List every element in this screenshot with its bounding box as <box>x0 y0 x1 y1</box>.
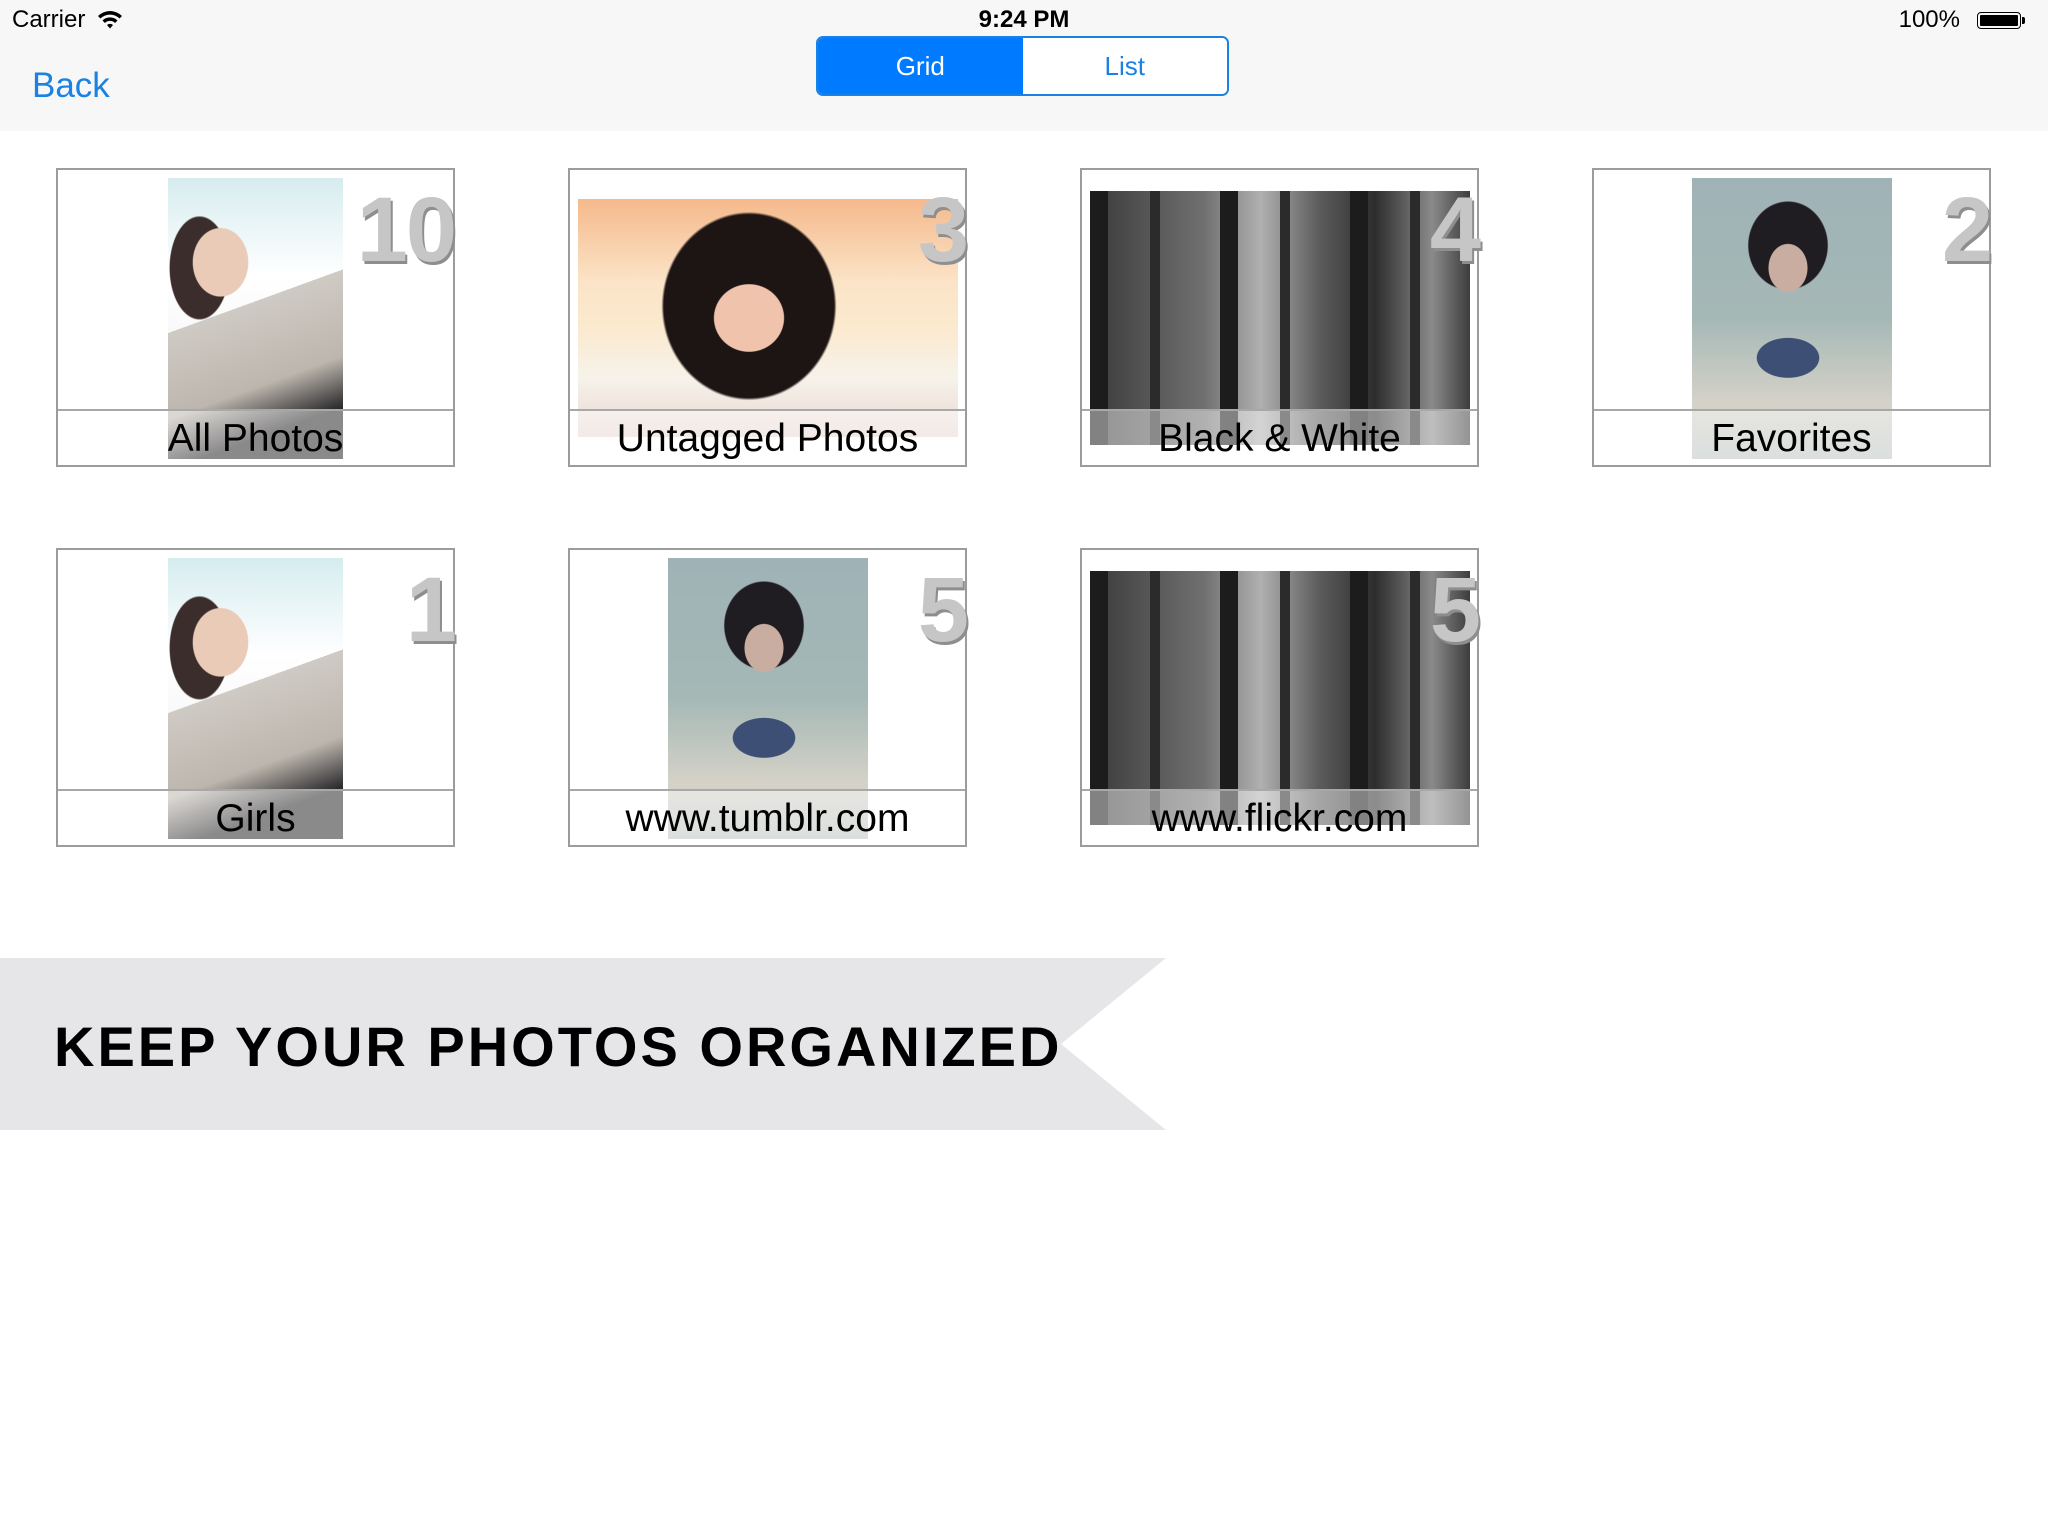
album-card-black-white[interactable]: 4 Black & White <box>1080 168 1481 467</box>
view-mode-segmented-control[interactable]: Grid List <box>816 36 1229 96</box>
promo-banner-text: KEEP YOUR PHOTOS ORGANIZED <box>54 1015 1063 1078</box>
album-card-all-photos[interactable]: 10 All Photos <box>56 168 457 467</box>
album-thumbnail <box>1090 191 1470 445</box>
album-title: www.flickr.com <box>1151 797 1408 840</box>
album-title: Untagged Photos <box>616 417 919 460</box>
photo-count: 5 <box>1429 559 1481 661</box>
photo-count: 1 <box>405 559 457 661</box>
battery-fill <box>1980 15 2018 26</box>
album-title: Black & White <box>1158 417 1401 460</box>
battery-percent: 100% <box>1898 6 1960 33</box>
photo-count: 10 <box>356 179 457 281</box>
album-thumbnail <box>578 199 958 437</box>
album-card-girls[interactable]: 1 Girls <box>56 548 457 847</box>
album-card-untagged-photos[interactable]: 3 Untagged Photos <box>568 168 969 467</box>
back-button[interactable]: Back <box>32 66 110 106</box>
battery-tip <box>2022 17 2025 24</box>
navigation-bar: Carrier 9:24 PM 100% Back Grid List <box>0 0 2048 131</box>
photo-count: 5 <box>917 559 969 661</box>
album-title: www.tumblr.com <box>625 797 910 840</box>
segment-list[interactable]: List <box>1022 38 1227 94</box>
album-title: All Photos <box>167 417 344 460</box>
segment-grid[interactable]: Grid <box>818 38 1023 94</box>
album-title: Girls <box>215 797 296 840</box>
album-thumbnail <box>1090 571 1470 825</box>
battery-icon <box>1977 12 2021 29</box>
photo-count: 2 <box>1941 179 1993 281</box>
photo-count: 3 <box>917 179 969 281</box>
album-card-flickr[interactable]: 5 www.flickr.com <box>1080 548 1481 847</box>
clock: 9:24 PM <box>978 6 1070 33</box>
album-card-tumblr[interactable]: 5 www.tumblr.com <box>568 548 969 847</box>
album-card-favorites[interactable]: 2 Favorites <box>1592 168 1993 467</box>
photo-count: 4 <box>1429 179 1481 281</box>
album-title: Favorites <box>1711 417 1872 460</box>
